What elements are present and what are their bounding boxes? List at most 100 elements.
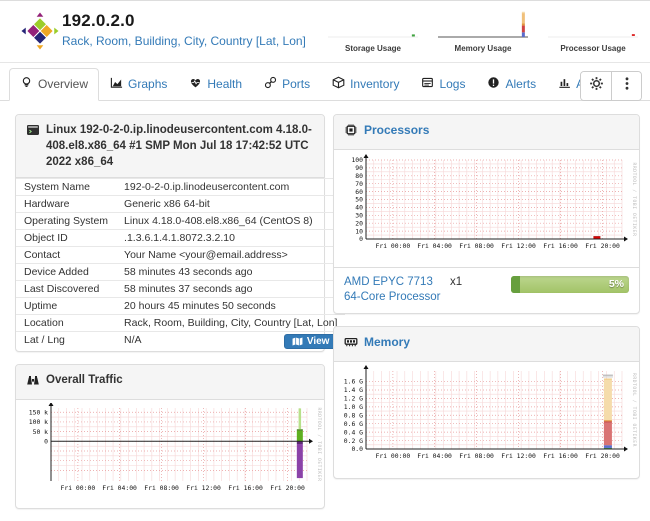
tab-health[interactable]: Health (178, 68, 253, 101)
svg-text:1.6 G: 1.6 G (344, 378, 363, 386)
attribute-value: .1.3.6.1.4.1.8072.3.2.10 (116, 230, 345, 247)
attribute-label: Object ID (16, 230, 116, 247)
more-options-button[interactable] (611, 72, 641, 100)
attribute-label: Uptime (16, 298, 116, 315)
tab-label: Graphs (128, 77, 167, 91)
tab-label: Ports (282, 77, 310, 91)
tab-graphs[interactable]: Graphs (99, 68, 178, 101)
svg-text:Fri 16:00: Fri 16:00 (228, 484, 263, 492)
memory-mini-graph[interactable]: Memory Usage (434, 5, 532, 59)
svg-text:Fri 20:00: Fri 20:00 (585, 452, 620, 460)
tab-overview[interactable]: Overview (9, 68, 99, 101)
view-map-button[interactable]: View (284, 334, 338, 349)
table-row: Object ID.1.3.6.1.4.1.8072.3.2.10 (16, 230, 345, 247)
cpu-usage-fill (511, 276, 520, 293)
attribute-label: Last Discovered (16, 281, 116, 298)
tab-label: Health (207, 77, 242, 91)
centos-logo-icon (21, 12, 59, 55)
device-info-panel: Linux 192-0-2-0.ip.linodeusercontent.com… (15, 114, 325, 352)
processor-mini-graph[interactable]: Processor Usage (544, 5, 642, 59)
settings-button[interactable] (581, 72, 611, 100)
tab-label: Inventory (350, 77, 399, 91)
svg-text:0: 0 (44, 438, 48, 446)
tab-alerts[interactable]: Alerts (476, 68, 547, 101)
attribute-value: Rack, Room, Building, City, Country [Lat… (116, 315, 345, 332)
svg-text:Fri 12:00: Fri 12:00 (501, 242, 536, 250)
svg-text:50 k: 50 k (33, 428, 49, 436)
svg-text:40: 40 (355, 204, 363, 212)
binoculars-icon (26, 372, 40, 392)
table-row: Device Added58 minutes 43 seconds ago (16, 264, 345, 281)
cpu-icon (344, 122, 358, 142)
tab-actions (580, 71, 642, 101)
tab-latency[interactable]: Latency (643, 68, 650, 101)
svg-text:Fri 00:00: Fri 00:00 (376, 242, 411, 250)
table-row: Operating SystemLinux 4.18.0-408.el8.x86… (16, 213, 345, 230)
svg-text:70: 70 (355, 180, 363, 188)
svg-text:0.0: 0.0 (351, 445, 363, 453)
svg-text:50: 50 (355, 196, 363, 204)
memory-graph[interactable]: 1.6 G1.4 G1.2 G1.0 G0.8 G0.6 G0.4 G0.2 G… (334, 362, 639, 478)
table-row: System Name192-0-2-0.ip.linodeuserconten… (16, 179, 345, 196)
table-row: Uptime20 hours 45 minutes 50 seconds (16, 298, 345, 315)
attribute-label: System Name (16, 179, 116, 196)
attribute-value: Your Name <your@email.address> (116, 247, 345, 264)
svg-text:Fri 20:00: Fri 20:00 (270, 484, 305, 492)
bar-chart-icon (558, 76, 571, 92)
memory-panel: Memory 1.6 G1.4 G1.2 G1.0 G0.8 G0.6 G0.4… (333, 326, 640, 479)
svg-text:Fri 04:00: Fri 04:00 (417, 452, 452, 460)
logs-icon (421, 76, 434, 92)
device-info-header: Linux 192-0-2-0.ip.linodeusercontent.com… (16, 115, 324, 178)
kebab-icon (620, 76, 634, 96)
attribute-value: Linux 4.18.0-408.el8.x86_64 (CentOS 8) (116, 213, 345, 230)
storage-mini-graph[interactable]: Storage Usage (324, 5, 422, 59)
svg-text:Fri 12:00: Fri 12:00 (501, 452, 536, 460)
overall-traffic-graph[interactable]: 150 k100 k50 k0Fri 00:00Fri 04:00Fri 08:… (16, 400, 324, 508)
table-row: LocationRack, Room, Building, City, Coun… (16, 315, 345, 332)
svg-text:Fri 08:00: Fri 08:00 (144, 484, 179, 492)
processors-title-link[interactable]: Processors (364, 122, 429, 139)
svg-text:Fri 16:00: Fri 16:00 (543, 242, 578, 250)
processors-graph[interactable]: 1009080706050403020100Fri 00:00Fri 04:00… (334, 150, 639, 267)
svg-text:100: 100 (351, 156, 363, 164)
table-row: Lat / LngN/AView (16, 332, 345, 352)
cpu-count: x1 (450, 276, 490, 288)
cpu-usage-percent: 5% (609, 278, 624, 290)
svg-text:RRDTOOL / TOBI OETIKER: RRDTOOL / TOBI OETIKER (316, 408, 322, 482)
processor-row: AMD EPYC 7713 64-Core Processor x1 5% (334, 267, 639, 313)
tab-label: Alerts (505, 77, 536, 91)
table-row: HardwareGeneric x86 64-bit (16, 196, 345, 213)
svg-text:Fri 04:00: Fri 04:00 (417, 242, 452, 250)
svg-text:0.6 G: 0.6 G (344, 420, 363, 428)
attribute-label: Lat / Lng (16, 332, 116, 352)
svg-text:150 k: 150 k (29, 409, 48, 417)
attribute-label: Operating System (16, 213, 116, 230)
tab-logs[interactable]: Logs (410, 68, 476, 101)
overall-traffic-title: Overall Traffic (46, 372, 123, 388)
cpu-name-link[interactable]: AMD EPYC 7713 64-Core Processor (344, 275, 444, 305)
processors-panel: Processors 1009080706050403020100Fri 00:… (333, 114, 640, 314)
overall-traffic-header: Overall Traffic (16, 365, 324, 400)
table-row: ContactYour Name <your@email.address> (16, 247, 345, 264)
svg-text:20: 20 (355, 219, 363, 227)
header-mini-graphs: Storage Usage Memory Usage Processor Usage (324, 5, 642, 59)
svg-text:60: 60 (355, 188, 363, 196)
tab-label: Overview (38, 77, 88, 91)
attribute-label: Hardware (16, 196, 116, 213)
svg-text:Fri 16:00: Fri 16:00 (543, 452, 578, 460)
processor-mini-label: Processor Usage (544, 44, 642, 53)
attribute-value: 58 minutes 43 seconds ago (116, 264, 345, 281)
link-icon (264, 76, 277, 92)
device-location-link[interactable]: Rack, Room, Building, City, Country [Lat… (62, 34, 306, 48)
overview-content: Linux 192-0-2-0.ip.linodeusercontent.com… (0, 101, 650, 521)
svg-text:1.0 G: 1.0 G (344, 403, 363, 411)
svg-text:10: 10 (355, 227, 363, 235)
tab-ports[interactable]: Ports (253, 68, 321, 101)
svg-text:90: 90 (355, 164, 363, 172)
alert-circle-icon (487, 76, 500, 92)
overall-traffic-panel: Overall Traffic 150 k100 k50 k0Fri 00:00… (15, 364, 325, 509)
memory-mini-label: Memory Usage (434, 44, 532, 53)
tab-inventory[interactable]: Inventory (321, 68, 410, 101)
memory-title-link[interactable]: Memory (364, 334, 410, 351)
lightbulb-icon (20, 76, 33, 92)
